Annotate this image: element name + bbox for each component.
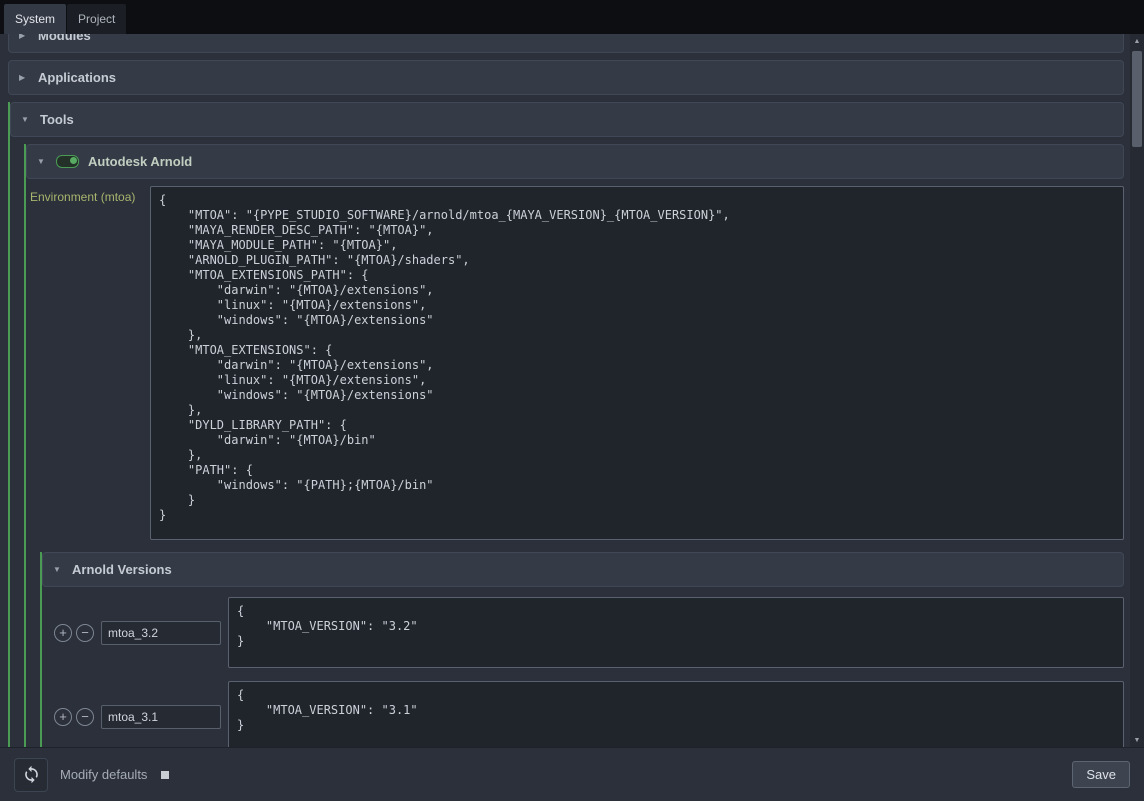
tab-system[interactable]: System	[4, 4, 66, 34]
section-tools-header[interactable]: ▼ Tools	[10, 102, 1124, 137]
group-arnold-versions: ▼ Arnold Versions + − { "MTOA_VERSION": …	[40, 552, 1124, 747]
version-row: + − { "MTOA_VERSION": "3.1" }	[54, 681, 1124, 747]
section-tools-label: Tools	[40, 112, 74, 127]
refresh-button[interactable]	[14, 758, 48, 792]
modify-defaults-checkbox[interactable]	[161, 771, 169, 779]
environment-field-row: Environment (mtoa) { "MTOA": "{PYPE_STUD…	[30, 186, 1124, 540]
vertical-scrollbar[interactable]: ▲ ▼	[1130, 34, 1144, 747]
group-autodesk-arnold: ▼ Autodesk Arnold Environment (mtoa) { "…	[24, 144, 1124, 747]
remove-version-button[interactable]: −	[76, 708, 94, 726]
section-modules-label: Modules	[38, 34, 91, 43]
version-key-input[interactable]	[101, 621, 221, 645]
add-version-button[interactable]: +	[54, 708, 72, 726]
add-version-button[interactable]: +	[54, 624, 72, 642]
modify-defaults-label: Modify defaults	[60, 767, 147, 782]
refresh-icon	[22, 765, 41, 784]
version-json-textarea[interactable]: { "MTOA_VERSION": "3.1" }	[228, 681, 1124, 747]
settings-content: ▶ Modules ▶ Applications ▼ Tools ▼	[0, 34, 1144, 747]
scrollbar-thumb[interactable]	[1132, 51, 1142, 147]
scroll-down-icon[interactable]: ▼	[1130, 733, 1144, 747]
chevron-right-icon: ▶	[19, 34, 29, 40]
footer-bar: Modify defaults Save	[0, 747, 1144, 801]
remove-version-button[interactable]: −	[76, 624, 94, 642]
chevron-right-icon: ▶	[19, 74, 29, 82]
environment-json-textarea[interactable]: { "MTOA": "{PYPE_STUDIO_SOFTWARE}/arnold…	[150, 186, 1124, 540]
section-tools-body: ▼ Autodesk Arnold Environment (mtoa) { "…	[24, 144, 1124, 747]
environment-field-label: Environment (mtoa)	[30, 186, 150, 204]
section-applications-label: Applications	[38, 70, 116, 85]
save-button[interactable]: Save	[1072, 761, 1130, 788]
section-applications-header[interactable]: ▶ Applications	[8, 60, 1124, 95]
chevron-down-icon: ▼	[53, 566, 63, 574]
tab-project[interactable]: Project	[67, 4, 126, 34]
group-arnold-versions-label: Arnold Versions	[72, 562, 172, 577]
tab-bar: System Project	[0, 0, 1144, 34]
group-arnold-versions-header[interactable]: ▼ Arnold Versions	[42, 552, 1124, 587]
group-autodesk-arnold-header[interactable]: ▼ Autodesk Arnold	[26, 144, 1124, 179]
chevron-down-icon: ▼	[37, 158, 47, 166]
settings-window: System Project ▶ Modules ▶ Applications …	[0, 0, 1144, 801]
section-tools: ▼ Tools ▼ Autodesk Arnold	[8, 102, 1124, 747]
group-autodesk-arnold-body: Environment (mtoa) { "MTOA": "{PYPE_STUD…	[26, 186, 1124, 747]
version-row: + − { "MTOA_VERSION": "3.2" }	[54, 597, 1124, 668]
arnold-enabled-toggle[interactable]	[56, 155, 79, 168]
arnold-versions-list: + − { "MTOA_VERSION": "3.2" } + −	[54, 597, 1124, 747]
toggle-knob-icon	[70, 157, 77, 164]
version-json-textarea[interactable]: { "MTOA_VERSION": "3.2" }	[228, 597, 1124, 668]
chevron-down-icon: ▼	[21, 116, 31, 124]
group-autodesk-arnold-label: Autodesk Arnold	[88, 154, 192, 169]
scroll-area: ▶ Modules ▶ Applications ▼ Tools ▼	[0, 34, 1130, 747]
section-modules-header[interactable]: ▶ Modules	[8, 34, 1124, 53]
scroll-up-icon[interactable]: ▲	[1130, 34, 1144, 48]
version-key-input[interactable]	[101, 705, 221, 729]
